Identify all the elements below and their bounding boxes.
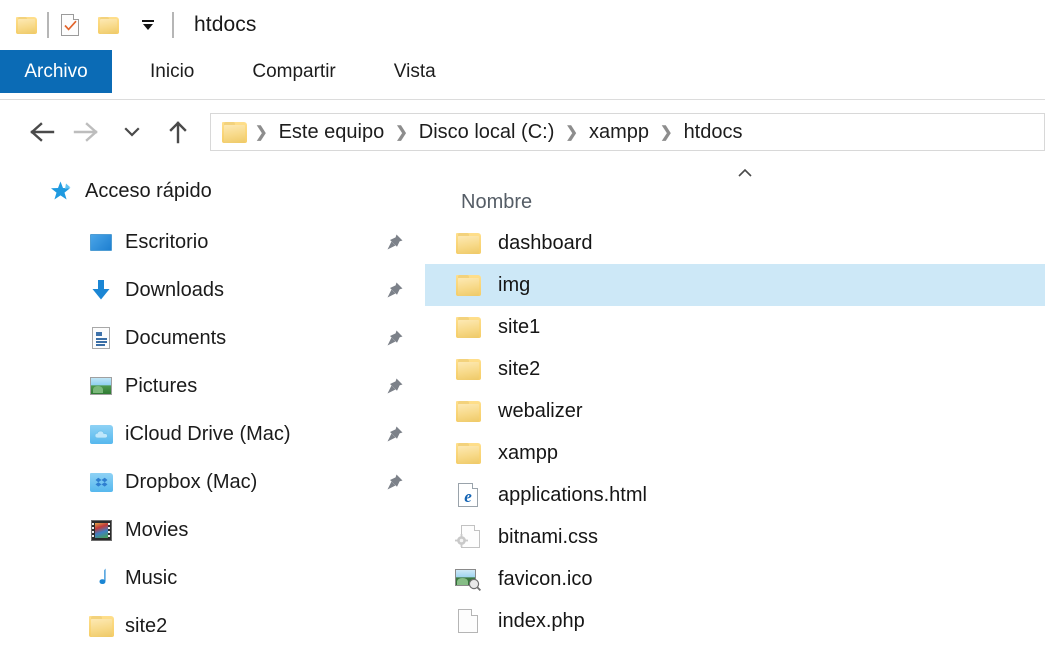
pin-icon[interactable] bbox=[386, 329, 404, 347]
edge-html-icon: e bbox=[455, 483, 481, 507]
column-header-nombre[interactable]: Nombre bbox=[425, 164, 1045, 222]
column-header-label: Nombre bbox=[461, 191, 533, 213]
file-name: applications.html bbox=[498, 483, 647, 506]
back-button[interactable] bbox=[24, 114, 60, 150]
breadcrumb-disco-local-c[interactable]: Disco local (C:) bbox=[417, 121, 557, 144]
star-pin-icon bbox=[48, 178, 74, 204]
sidebar-item-label: Escritorio bbox=[125, 230, 209, 253]
breadcrumb-separator[interactable]: ❯ bbox=[246, 125, 277, 140]
breadcrumb-separator[interactable]: ❯ bbox=[386, 125, 417, 140]
file-row-img[interactable]: img bbox=[425, 264, 1045, 306]
file-name: site2 bbox=[498, 357, 541, 380]
sidebar-item-music[interactable]: Music bbox=[0, 554, 425, 602]
sidebar-item-label: Music bbox=[125, 566, 178, 589]
pictures-icon bbox=[88, 373, 114, 399]
breadcrumb-htdocs[interactable]: htdocs bbox=[682, 121, 745, 144]
pin-icon[interactable] bbox=[386, 377, 404, 395]
tab-compartir[interactable]: Compartir bbox=[230, 50, 357, 93]
file-row-bitnami-css[interactable]: bitnami.css bbox=[425, 516, 1045, 558]
properties-checkmark-icon[interactable] bbox=[56, 10, 84, 40]
breadcrumb-xampp[interactable]: xampp bbox=[587, 121, 651, 144]
file-row-applications-html[interactable]: e applications.html bbox=[425, 474, 1045, 516]
sidebar-item-label: Documents bbox=[125, 326, 227, 349]
breadcrumb-separator[interactable]: ❯ bbox=[556, 125, 587, 140]
pin-icon[interactable] bbox=[386, 281, 404, 299]
cloud-folder-icon bbox=[88, 421, 114, 447]
breadcrumb-folder-icon bbox=[222, 117, 247, 147]
sidebar-item-label: site2 bbox=[125, 614, 168, 637]
sort-ascending-chevron-up-icon bbox=[738, 168, 752, 177]
navigation-pane: Acceso rápido Escritorio Downloads Docum… bbox=[0, 164, 425, 663]
file-row-webalizer[interactable]: webalizer bbox=[425, 390, 1045, 432]
desktop-icon bbox=[88, 229, 114, 255]
dropbox-folder-icon bbox=[88, 469, 114, 495]
sidebar-item-label: Dropbox (Mac) bbox=[125, 470, 258, 493]
file-list-pane: Nombre dashboard img site1 site2 webaliz… bbox=[425, 164, 1045, 663]
customize-quick-access-toolbar-icon[interactable] bbox=[134, 10, 162, 40]
sidebar-item-downloads[interactable]: Downloads bbox=[0, 266, 425, 314]
sidebar-item-dropbox-mac[interactable]: Dropbox (Mac) bbox=[0, 458, 425, 506]
forward-button bbox=[68, 114, 104, 150]
file-name: site1 bbox=[498, 315, 541, 338]
window-folder-icon bbox=[12, 10, 40, 40]
ribbon-tab-bar: Archivo Inicio Compartir Vista bbox=[0, 50, 1045, 100]
download-arrow-icon bbox=[88, 277, 114, 303]
sidebar-item-escritorio[interactable]: Escritorio bbox=[0, 218, 425, 266]
pin-icon[interactable] bbox=[386, 473, 404, 491]
tab-inicio[interactable]: Inicio bbox=[128, 50, 216, 93]
breadcrumb-separator[interactable]: ❯ bbox=[651, 125, 682, 140]
sidebar-item-label: Movies bbox=[125, 518, 189, 541]
sidebar-item-label: iCloud Drive (Mac) bbox=[125, 422, 291, 445]
folder-icon bbox=[455, 315, 481, 339]
folder-icon bbox=[455, 399, 481, 423]
pin-icon[interactable] bbox=[386, 233, 404, 251]
image-ico-icon bbox=[455, 567, 481, 591]
music-note-icon bbox=[88, 565, 114, 591]
document-icon bbox=[88, 325, 114, 351]
folder-icon bbox=[455, 231, 481, 255]
window-title: htdocs bbox=[194, 13, 257, 36]
file-name: img bbox=[498, 273, 531, 296]
blank-document-icon bbox=[455, 609, 481, 633]
file-name: favicon.ico bbox=[498, 567, 593, 590]
sidebar-item-icloud-drive-mac[interactable]: iCloud Drive (Mac) bbox=[0, 410, 425, 458]
sidebar-item-label: Pictures bbox=[125, 374, 198, 397]
folder-icon bbox=[455, 357, 481, 381]
folder-icon bbox=[455, 441, 481, 465]
sidebar-item-documents[interactable]: Documents bbox=[0, 314, 425, 362]
pin-icon[interactable] bbox=[386, 425, 404, 443]
file-name: dashboard bbox=[498, 231, 593, 254]
file-row-index-php[interactable]: index.php bbox=[425, 600, 1045, 642]
qat-separator-1 bbox=[47, 12, 49, 38]
new-folder-icon[interactable] bbox=[94, 10, 122, 40]
file-row-dashboard[interactable]: dashboard bbox=[425, 222, 1045, 264]
file-name: xampp bbox=[498, 441, 559, 464]
breadcrumb-address-box[interactable]: ❯ Este equipo ❯ Disco local (C:) ❯ xampp… bbox=[210, 113, 1045, 151]
sidebar-item-acceso-rapido[interactable]: Acceso rápido bbox=[0, 164, 425, 218]
tab-vista[interactable]: Vista bbox=[372, 50, 458, 93]
title-bar: htdocs bbox=[0, 0, 1045, 50]
qat-separator-2 bbox=[172, 12, 174, 38]
recent-locations-dropdown-icon[interactable] bbox=[114, 114, 150, 150]
file-name: bitnami.css bbox=[498, 525, 599, 548]
file-row-site1[interactable]: site1 bbox=[425, 306, 1045, 348]
file-name: index.php bbox=[498, 609, 585, 632]
css-gear-file-icon bbox=[455, 525, 481, 549]
file-row-site2[interactable]: site2 bbox=[425, 348, 1045, 390]
sidebar-item-label: Acceso rápido bbox=[85, 179, 212, 202]
sidebar-item-label: Downloads bbox=[125, 278, 224, 301]
tab-archivo[interactable]: Archivo bbox=[0, 50, 112, 93]
folder-icon bbox=[88, 613, 114, 639]
sidebar-item-movies[interactable]: Movies bbox=[0, 506, 425, 554]
breadcrumb-este-equipo[interactable]: Este equipo bbox=[277, 121, 387, 144]
folder-icon bbox=[455, 273, 481, 297]
sidebar-item-pictures[interactable]: Pictures bbox=[0, 362, 425, 410]
file-name: webalizer bbox=[498, 399, 583, 422]
file-row-favicon-ico[interactable]: favicon.ico bbox=[425, 558, 1045, 600]
movies-filmstrip-icon bbox=[88, 517, 114, 543]
up-one-level-button[interactable] bbox=[160, 114, 196, 150]
file-row-xampp[interactable]: xampp bbox=[425, 432, 1045, 474]
sidebar-item-site2[interactable]: site2 bbox=[0, 602, 425, 650]
